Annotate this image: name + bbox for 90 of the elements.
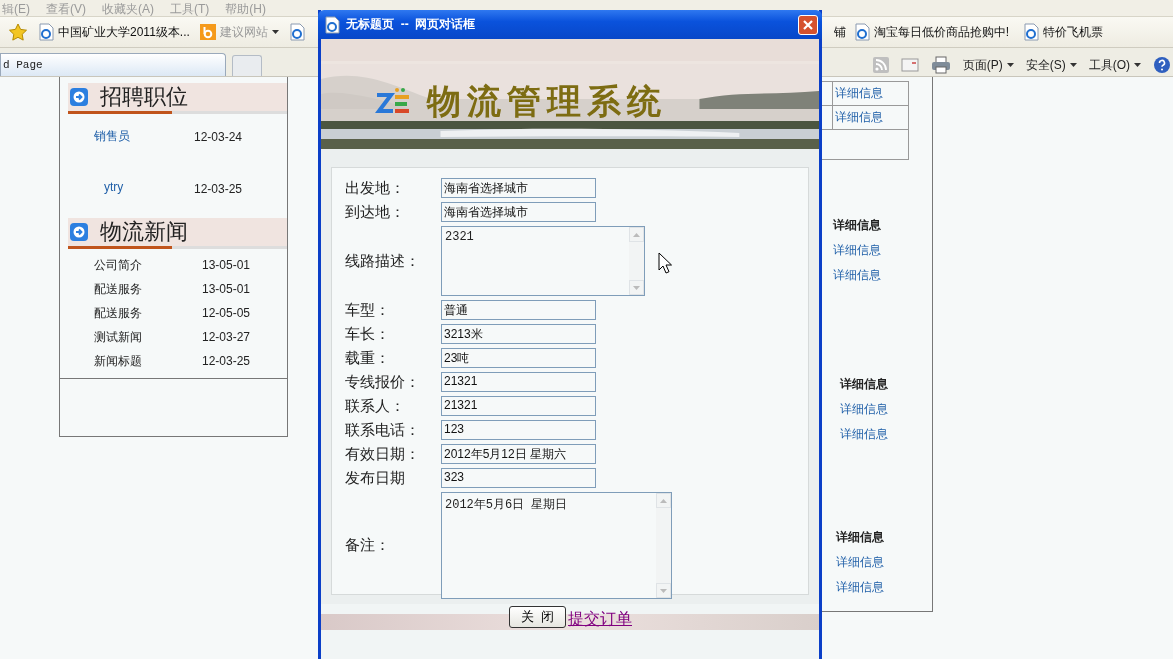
browser-tab[interactable]: d Page	[0, 53, 226, 76]
submit-order-link[interactable]: 提交订单	[568, 609, 632, 630]
caret-icon	[1134, 63, 1141, 67]
input-field[interactable]: 21321	[441, 372, 596, 392]
scroll-down-icon[interactable]	[633, 285, 640, 290]
scrollbar[interactable]	[629, 227, 644, 295]
input-field[interactable]: 23吨	[441, 348, 596, 368]
item-date: 12-03-27	[202, 330, 251, 344]
pointer-icon	[658, 252, 672, 274]
field-label: 联系电话：	[345, 420, 421, 440]
feeds-icon[interactable]	[872, 57, 889, 73]
field-label: 有效日期：	[345, 444, 421, 464]
group-heading: 详细信息	[836, 529, 885, 546]
job-link[interactable]: ytry	[60, 180, 194, 206]
text-area[interactable]: 2012年5月6日 星期日	[441, 492, 672, 599]
field-label: 到达地：	[345, 202, 406, 222]
item-date: 12-03-25	[202, 354, 251, 368]
favorite-link[interactable]: 特价飞机票	[1023, 23, 1103, 41]
page-icon	[38, 23, 54, 41]
favorites-star-icon[interactable]	[8, 23, 28, 41]
field-label: 备注：	[345, 536, 391, 555]
detail-link[interactable]: 详细信息	[840, 426, 932, 443]
text-area[interactable]: 2321	[441, 226, 645, 296]
field-label: 联系人：	[345, 396, 406, 416]
scroll-up-icon[interactable]	[660, 498, 667, 503]
news-title: 测试新闻	[93, 328, 143, 346]
input-field[interactable]: 普通	[441, 300, 596, 320]
help-icon[interactable]	[1153, 56, 1171, 74]
item-date: 13-05-01	[202, 282, 251, 296]
field-label: 车型：	[345, 300, 391, 320]
detail-link[interactable]: 详细信息	[833, 82, 883, 105]
news-title: 配送服务	[93, 280, 143, 298]
section-title: 招聘职位	[100, 83, 188, 111]
favorite-link[interactable]: 中国矿业大学2011级本...	[38, 23, 190, 41]
group-heading: 详细信息	[833, 217, 882, 234]
field-label: 专线报价：	[345, 372, 421, 392]
favorite-link[interactable]: 铺	[833, 23, 846, 41]
app-title: 物流管理系统	[427, 82, 667, 122]
field-label: 线路描述：	[345, 251, 421, 271]
detail-link[interactable]: 详细信息	[833, 242, 932, 259]
favorite-link[interactable]: 淘宝每日低价商品抢购中!	[853, 23, 1009, 41]
item-date: 12-03-24	[194, 129, 243, 146]
item-date: 13-05-01	[202, 258, 251, 272]
scroll-up-icon[interactable]	[633, 232, 640, 237]
detail-link[interactable]: 详细信息	[836, 579, 932, 596]
detail-link[interactable]: 详细信息	[840, 401, 932, 418]
input-field[interactable]: 海南省选择城市	[441, 202, 596, 222]
page-icon	[324, 15, 340, 34]
caret-icon	[1069, 63, 1077, 67]
new-tab-button[interactable]	[232, 55, 262, 76]
section-title: 物流新闻	[100, 218, 188, 246]
caret-icon	[1006, 63, 1014, 67]
item-date: 12-03-25	[194, 181, 243, 198]
field-label: 载重：	[345, 348, 391, 368]
detail-link[interactable]: 详细信息	[833, 106, 883, 129]
input-field[interactable]: 2012年5月12日 星期六	[441, 444, 596, 464]
news-title: 新闻标题	[93, 352, 143, 370]
news-title: 公司简介	[93, 256, 143, 274]
input-field[interactable]: 323	[441, 468, 596, 488]
site-icon	[199, 24, 216, 40]
command-menu[interactable]: 页面(P)	[962, 56, 1014, 74]
mail-icon[interactable]	[900, 58, 919, 72]
command-menu[interactable]: 工具(O)	[1088, 56, 1141, 74]
caret-icon	[271, 30, 279, 34]
page-icon[interactable]	[288, 23, 305, 41]
print-icon[interactable]	[930, 56, 951, 74]
input-field[interactable]: 3213米	[441, 324, 596, 344]
input-field[interactable]: 21321	[441, 396, 596, 416]
scrollbar[interactable]	[656, 493, 671, 598]
page-icon	[853, 23, 870, 41]
arrow-icon	[70, 223, 88, 241]
item-date: 12-05-05	[202, 306, 251, 320]
window-title: 无标题页 -- 网页对话框	[346, 16, 477, 33]
input-field[interactable]: 123	[441, 420, 596, 440]
job-link[interactable]: 销售员	[60, 128, 194, 154]
close-button[interactable]	[798, 14, 818, 35]
close-dialog-button[interactable]: 关 闭	[509, 606, 566, 628]
detail-link[interactable]: 详细信息	[833, 267, 932, 284]
field-label: 车长：	[345, 324, 391, 344]
arrow-icon	[70, 88, 88, 106]
close-icon	[802, 18, 814, 31]
field-label: 出发地：	[345, 178, 406, 198]
field-label: 发布日期	[345, 468, 406, 488]
command-menu[interactable]: 安全(S)	[1025, 56, 1077, 74]
detail-link[interactable]: 详细信息	[836, 554, 932, 571]
input-field[interactable]: 海南省选择城市	[441, 178, 596, 198]
news-title: 配送服务	[93, 304, 143, 322]
group-heading: 详细信息	[840, 376, 889, 393]
page-icon	[1023, 23, 1039, 41]
scroll-down-icon[interactable]	[660, 588, 667, 593]
